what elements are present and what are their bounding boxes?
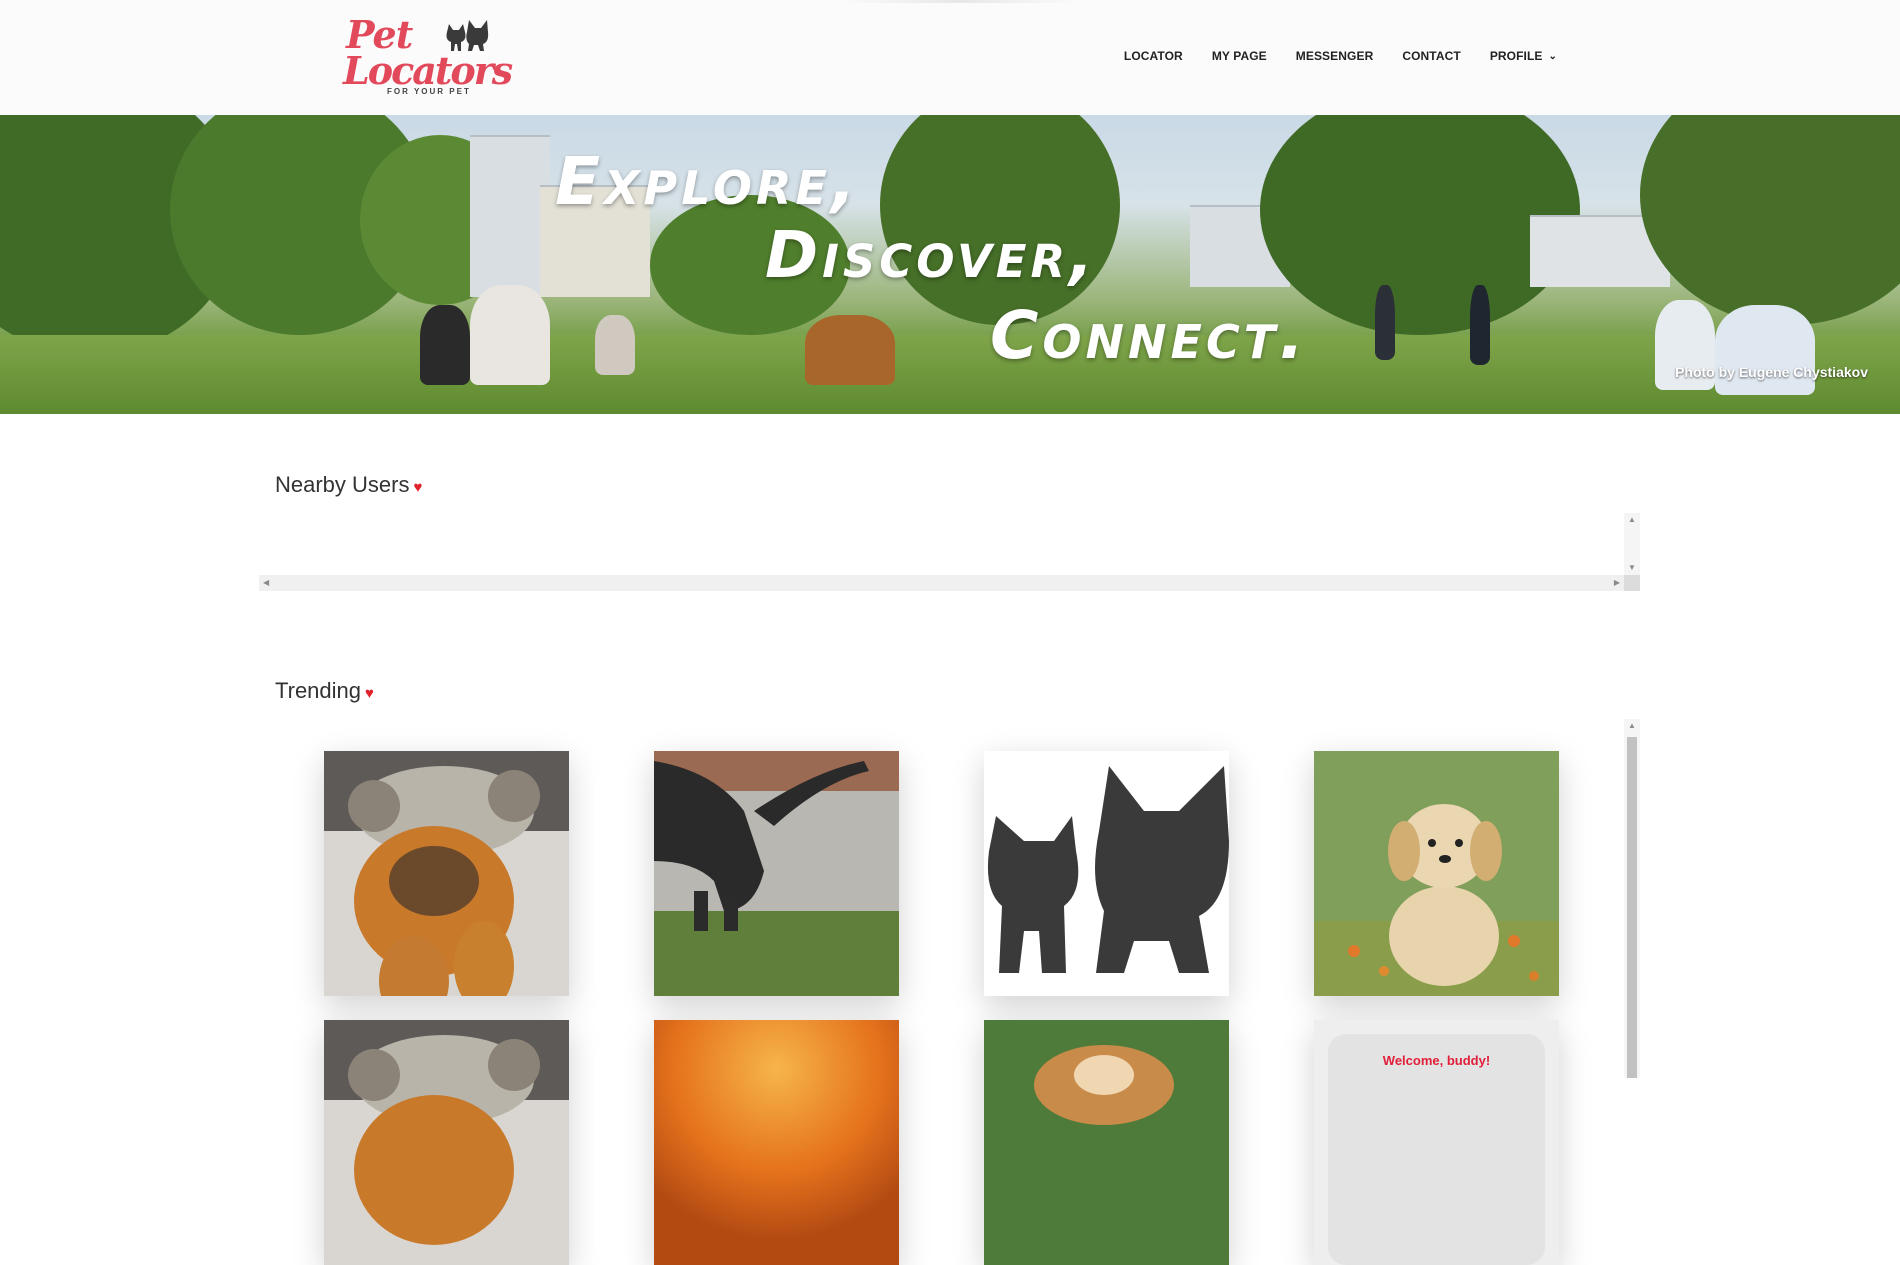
heart-icon: ♥ [413,479,423,496]
hero-person [1375,285,1395,360]
hero-person [1715,305,1815,395]
hero-dog [805,315,895,385]
cat-dog-icon [446,20,489,51]
vertical-scrollbar[interactable]: ▲ [1624,719,1640,1078]
hero-line-explore: Explore, [555,143,860,220]
hero-building [470,135,550,297]
nav-profile-label: PROFILE [1489,49,1543,63]
hero-banner: Explore, Discover, Connect. Photo by Eug… [0,115,1900,414]
scrollbar-thumb[interactable] [1627,737,1637,1078]
trending-title-text: Trending [275,678,362,703]
site-header: Pet Locators FOR YOUR PET LOCATOR MY PAG… [0,0,1900,115]
scroll-down-icon[interactable]: ▼ [1628,563,1636,572]
hero-grass [0,335,1900,414]
nav-my-page[interactable]: MY PAGE [1212,49,1267,63]
nav-contact[interactable]: CONTACT [1402,49,1460,63]
scrollbar-corner [1624,575,1640,591]
header-divider [840,0,1080,3]
hero-person [595,315,635,375]
vertical-scrollbar[interactable]: ▲ ▼ [1624,513,1640,575]
trending-card-beagle[interactable] [984,1020,1229,1265]
trending-card-black-cat[interactable] [654,751,899,996]
nav-profile[interactable]: PROFILE ⌄ [1490,49,1557,63]
dog-costume-photo [324,751,569,996]
welcome-bubble [1328,1034,1545,1265]
trending-card-welcome[interactable]: Welcome, buddy! [1314,1020,1559,1265]
hero-person [420,305,470,385]
hero-tree [1640,115,1900,325]
trending-card-orange[interactable] [654,1020,899,1265]
trending-card-dog-costume[interactable] [324,751,569,996]
dog-costume-photo [324,1020,569,1265]
horizontal-scrollbar[interactable]: ◀ ▶ [259,575,1624,591]
heart-icon: ♥ [365,685,374,702]
logo-tagline: FOR YOUR PET [387,87,471,96]
hero-person [470,285,550,385]
cat-dog-icon [984,751,1229,996]
scroll-right-icon[interactable]: ▶ [1614,578,1620,587]
orange-photo [654,1020,899,1265]
nearby-users-title-text: Nearby Users [275,472,410,497]
main-nav: LOCATOR MY PAGE MESSENGER CONTACT PROFIL… [1124,49,1557,63]
nearby-users-title: Nearby Users ♥ [275,472,422,498]
hero-person [1470,285,1490,365]
beagle-photo [984,1020,1229,1265]
scroll-up-icon[interactable]: ▲ [1628,721,1636,730]
nearby-users-list[interactable]: ▲ ▼ ◀ ▶ [259,513,1640,591]
welcome-text: Welcome, buddy! [1382,1053,1491,1068]
nav-messenger[interactable]: MESSENGER [1296,49,1374,63]
trending-title: Trending ♥ [275,678,374,704]
hero-line-discover: Discover, [765,219,1098,293]
trending-card-app-logo[interactable] [984,751,1229,996]
trending-card-dog-costume-2[interactable] [324,1020,569,1265]
nav-locator[interactable]: LOCATOR [1124,49,1183,63]
chevron-down-icon: ⌄ [1548,51,1557,62]
golden-puppy-photo [1314,751,1559,996]
scroll-left-icon[interactable]: ◀ [263,578,269,587]
trending-card-golden-puppy[interactable] [1314,751,1559,996]
hero-line-connect: Connect. [990,297,1309,374]
black-cat-photo [654,751,899,996]
site-logo[interactable]: Pet Locators FOR YOUR PET [343,12,513,102]
scroll-up-icon[interactable]: ▲ [1628,515,1636,524]
photo-credit: Photo by Eugene Chystiakov [1675,364,1868,380]
